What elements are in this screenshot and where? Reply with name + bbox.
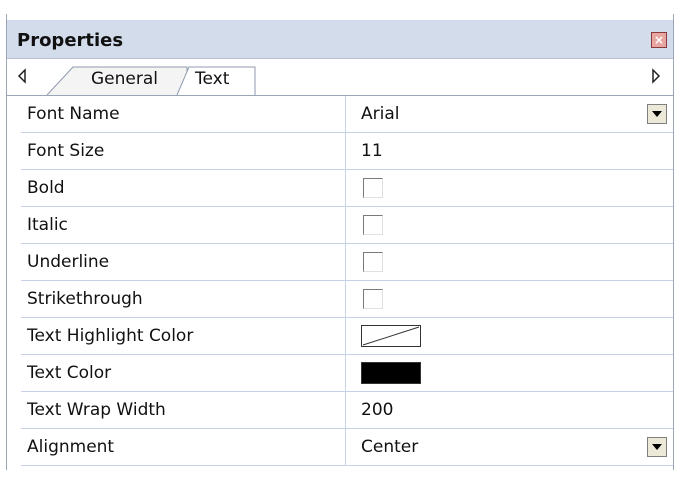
property-row-bold: Bold [21,170,673,207]
tab-scroll-right-button[interactable] [649,67,663,85]
underline-value-cell [347,244,673,280]
tab-scroll-left-button[interactable] [15,67,29,85]
property-row-alignment: Alignment Center [21,429,673,466]
property-name: Underline [21,244,346,280]
text-wrap-width-value: 200 [361,400,394,420]
bold-value-cell [347,170,673,206]
property-name: Alignment [21,429,346,465]
alignment-value: Center [361,437,419,457]
alignment-dropdown-button[interactable] [647,437,667,457]
chevron-left-icon [17,68,26,84]
tab-strip: General Text [7,59,673,96]
property-name: Text Wrap Width [21,392,346,428]
panel-titlebar: Properties × [7,20,673,59]
highlight-color-value-cell [347,318,673,354]
property-name: Italic [21,207,346,243]
italic-checkbox[interactable] [363,215,383,235]
chevron-down-icon [652,444,662,450]
property-name: Font Name [21,96,346,132]
property-name: Text Color [21,355,346,391]
text-wrap-width-field[interactable]: 200 [347,392,673,428]
text-color-swatch[interactable] [361,362,421,384]
font-size-value: 11 [361,141,383,161]
property-row-font-name: Font Name Arial [21,96,673,133]
close-button[interactable]: × [651,32,667,48]
tab-general[interactable]: General [91,69,158,89]
italic-value-cell [347,207,673,243]
property-row-text-wrap-width: Text Wrap Width 200 [21,392,673,429]
property-name: Text Highlight Color [21,318,346,354]
property-name: Strikethrough [21,281,346,317]
alignment-select[interactable]: Center [347,429,673,465]
property-row-italic: Italic [21,207,673,244]
font-size-field[interactable]: 11 [347,133,673,169]
font-name-select[interactable]: Arial [347,96,673,132]
property-row-strikethrough: Strikethrough [21,281,673,318]
property-grid: Font Name Arial Font Size 11 Bold Italic… [21,96,673,466]
font-name-value: Arial [361,104,400,124]
properties-panel: Properties × General Text Font Name Aria… [6,14,674,470]
property-row-text-highlight-color: Text Highlight Color [21,318,673,355]
highlight-color-swatch[interactable] [361,325,421,347]
property-row-text-color: Text Color [21,355,673,392]
property-name: Bold [21,170,346,206]
strikethrough-checkbox[interactable] [363,289,383,309]
panel-title: Properties [17,30,124,51]
underline-checkbox[interactable] [363,252,383,272]
property-row-underline: Underline [21,244,673,281]
no-color-icon [362,326,420,346]
chevron-right-icon [652,68,661,84]
font-name-dropdown-button[interactable] [647,104,667,124]
property-name: Font Size [21,133,346,169]
bold-checkbox[interactable] [363,178,383,198]
text-color-value-cell [347,355,673,391]
close-icon: × [653,33,665,47]
strikethrough-value-cell [347,281,673,317]
property-row-font-size: Font Size 11 [21,133,673,170]
tab-text[interactable]: Text [195,69,229,89]
chevron-down-icon [652,111,662,117]
